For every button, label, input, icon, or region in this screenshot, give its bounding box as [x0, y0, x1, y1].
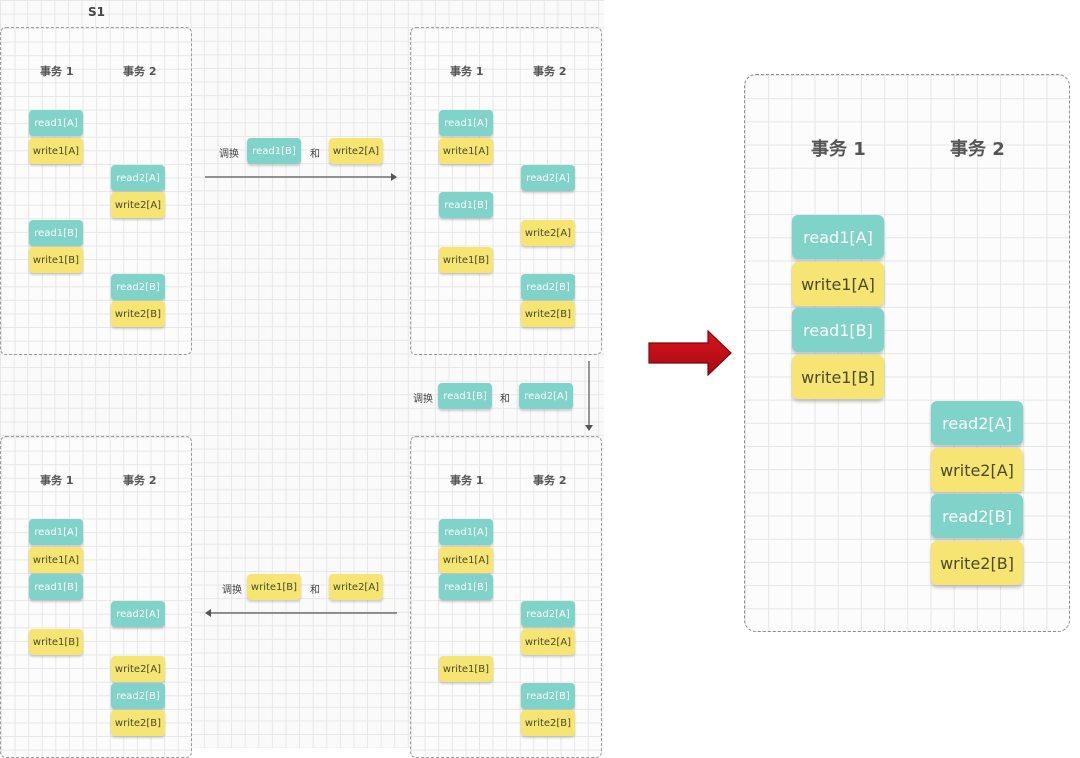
- header-tx1: 事务 1: [40, 65, 74, 78]
- header-tx2: 事务 2: [123, 474, 157, 487]
- op-write1-a: write1[A]: [439, 138, 493, 164]
- and-word: 和: [310, 585, 320, 596]
- op-read2-b: read2[B]: [111, 683, 165, 709]
- panel-bottom-right: 事务 1 事务 2 read1[A] write1[A] read1[B] re…: [410, 436, 602, 758]
- op-read1-a: read1[A]: [29, 519, 83, 545]
- op-read1-b: read1[B]: [439, 574, 493, 600]
- swap-op-write2-a: write2[A]: [329, 138, 383, 164]
- panel-top-left: 事务 1 事务 2 read1[A] write1[A] read2[A] wr…: [0, 27, 192, 355]
- panel-result: 事务 1 事务 2 read1[A] write1[A] read1[B] wr…: [744, 74, 1070, 632]
- op-write2-b: write2[B]: [521, 710, 575, 736]
- swap-word: 调换: [222, 585, 242, 596]
- schedule-label: S1: [88, 5, 105, 19]
- op-write1-a: write1[A]: [439, 547, 493, 573]
- swap-op-write2-a: write2[A]: [329, 574, 383, 600]
- op-write2-a: write2[A]: [111, 192, 165, 218]
- op-read1-b: read1[B]: [439, 192, 493, 218]
- op-write2-a: write2[A]: [521, 629, 575, 655]
- and-word: 和: [500, 394, 510, 405]
- op-read1-b: read1[B]: [29, 220, 83, 246]
- op-read2-a: read2[A]: [521, 165, 575, 191]
- op-read1-a: read1[A]: [439, 519, 493, 545]
- op-read2-a: read2[A]: [111, 165, 165, 191]
- op-read2-a: read2[A]: [931, 401, 1023, 445]
- op-write1-b: write1[B]: [439, 656, 493, 682]
- swap-word: 调换: [413, 394, 433, 405]
- op-read2-a: read2[A]: [521, 601, 575, 627]
- op-write2-a: write2[A]: [931, 448, 1023, 492]
- op-read2-b: read2[B]: [931, 494, 1023, 538]
- header-tx1: 事务 1: [450, 474, 484, 487]
- header-tx2: 事务 2: [950, 139, 1005, 160]
- result-arrow-icon: [648, 330, 732, 376]
- arrow-left-icon: [205, 609, 397, 617]
- op-read1-b: read1[B]: [29, 574, 83, 600]
- panel-bottom-left: 事务 1 事务 2 read1[A] write1[A] read1[B] re…: [0, 436, 192, 758]
- swap-op-write1-b: write1[B]: [247, 574, 301, 600]
- op-read2-b: read2[B]: [111, 274, 165, 300]
- op-write2-a: write2[A]: [111, 656, 165, 682]
- op-write1-b: write1[B]: [29, 247, 83, 273]
- swap-op-read2-a: read2[A]: [519, 383, 573, 409]
- op-write1-b: write1[B]: [29, 629, 83, 655]
- op-read1-b: read1[B]: [792, 308, 884, 352]
- header-tx2: 事务 2: [533, 474, 567, 487]
- header-tx1: 事务 1: [40, 474, 74, 487]
- header-tx2: 事务 2: [123, 65, 157, 78]
- header-tx2: 事务 2: [533, 65, 567, 78]
- op-read2-b: read2[B]: [521, 683, 575, 709]
- op-write2-b: write2[B]: [521, 301, 575, 327]
- and-word: 和: [310, 149, 320, 160]
- op-write1-b: write1[B]: [439, 247, 493, 273]
- panel-top-right: 事务 1 事务 2 read1[A] write1[A] read2[A] re…: [410, 27, 602, 355]
- arrow-right-icon: [205, 173, 397, 181]
- op-write1-a: write1[A]: [792, 262, 884, 306]
- op-write1-a: write1[A]: [29, 138, 83, 164]
- op-read2-b: read2[B]: [521, 274, 575, 300]
- op-write2-b: write2[B]: [111, 710, 165, 736]
- swap-word: 调换: [219, 149, 239, 160]
- op-write1-b: write1[B]: [792, 355, 884, 399]
- swap-op-read1-b: read1[B]: [247, 138, 301, 164]
- op-write2-b: write2[B]: [931, 541, 1023, 585]
- arrow-down-icon: [585, 361, 593, 431]
- op-write2-b: write2[B]: [111, 301, 165, 327]
- op-read1-a: read1[A]: [29, 110, 83, 136]
- swap-op-read1-b: read1[B]: [438, 383, 492, 409]
- header-tx1: 事务 1: [450, 65, 484, 78]
- op-write2-a: write2[A]: [521, 220, 575, 246]
- op-read1-a: read1[A]: [792, 215, 884, 259]
- header-tx1: 事务 1: [811, 139, 866, 160]
- op-write1-a: write1[A]: [29, 547, 83, 573]
- op-read1-a: read1[A]: [439, 110, 493, 136]
- op-read2-a: read2[A]: [111, 601, 165, 627]
